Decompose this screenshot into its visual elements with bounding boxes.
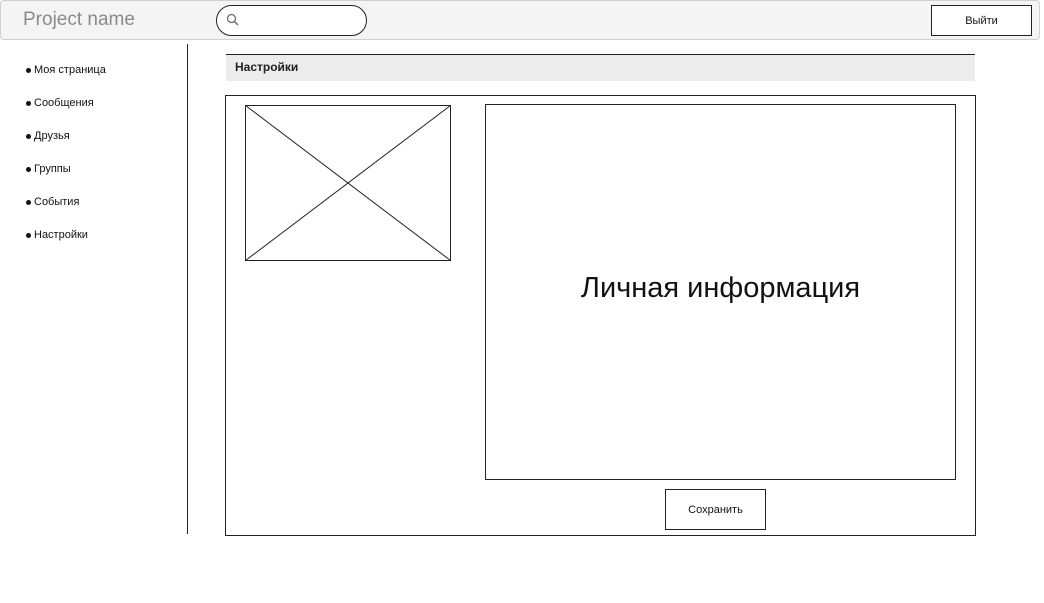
bullet-icon <box>26 67 31 73</box>
sidebar-item-label: События <box>34 196 80 208</box>
bullet-icon <box>26 166 31 172</box>
save-button[interactable]: Сохранить <box>665 489 766 530</box>
page: Project name Выйти Моя страница Сообщени… <box>0 0 1044 603</box>
image-placeholder-icon[interactable] <box>245 105 451 261</box>
bullet-icon <box>26 100 31 106</box>
personal-info-box: Личная информация <box>485 104 956 480</box>
bullet-icon <box>26 133 31 139</box>
header-bar: Project name Выйти <box>0 0 1040 40</box>
sidebar-item-label: Моя страница <box>34 64 106 76</box>
project-name: Project name <box>23 9 135 30</box>
logout-button[interactable]: Выйти <box>931 5 1032 36</box>
section-title: Настройки <box>235 60 299 74</box>
sidebar-divider <box>187 44 188 534</box>
sidebar-item-settings[interactable]: Настройки <box>24 227 174 243</box>
sidebar-item-my-page[interactable]: Моя страница <box>24 62 174 78</box>
sidebar-item-groups[interactable]: Группы <box>24 161 174 177</box>
sidebar-item-label: Друзья <box>34 130 70 142</box>
bullet-icon <box>26 199 31 205</box>
sidebar-item-events[interactable]: События <box>24 194 174 210</box>
personal-info-title: Личная информация <box>580 272 861 304</box>
section-header: Настройки <box>226 54 975 81</box>
search-input[interactable] <box>243 10 359 33</box>
sidebar-item-label: Настройки <box>34 229 88 241</box>
sidebar-nav: Моя страница Сообщения Друзья Группы Соб… <box>24 62 174 260</box>
sidebar-item-friends[interactable]: Друзья <box>24 128 174 144</box>
sidebar-item-messages[interactable]: Сообщения <box>24 95 174 111</box>
bullet-icon <box>26 232 31 238</box>
sidebar-item-label: Группы <box>34 163 71 175</box>
search-box[interactable] <box>216 5 367 36</box>
sidebar-item-label: Сообщения <box>34 97 94 109</box>
search-icon <box>226 13 239 26</box>
